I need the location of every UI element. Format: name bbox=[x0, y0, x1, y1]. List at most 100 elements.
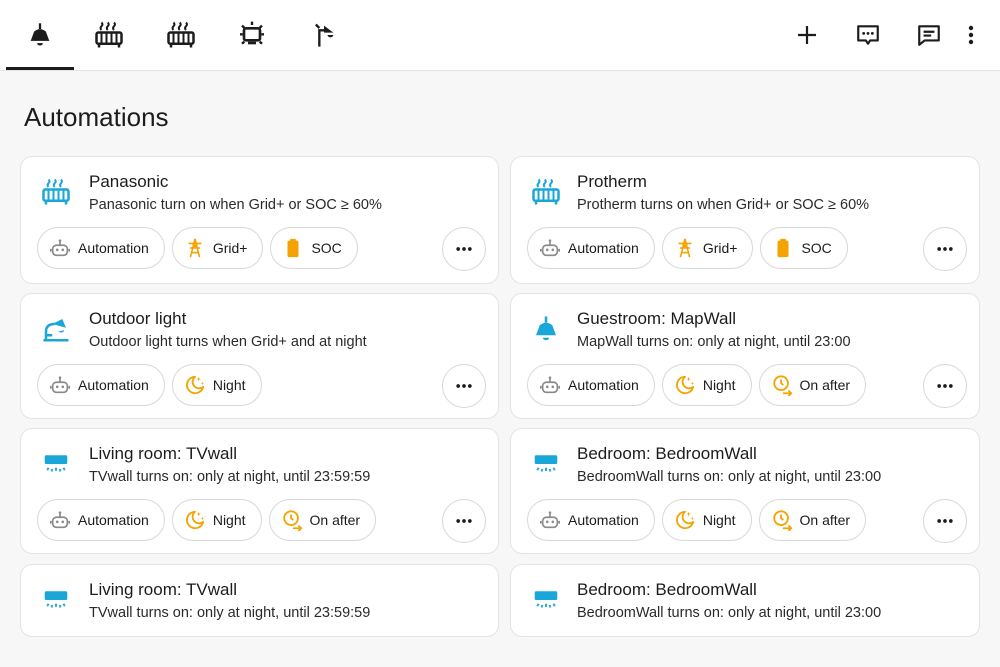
automation-chip[interactable]: Automation bbox=[527, 227, 655, 269]
card-subtitle: Protherm turns on when Grid+ or SOC ≥ 60… bbox=[577, 197, 870, 213]
tv-ambilight-icon bbox=[236, 19, 268, 51]
more-button[interactable] bbox=[442, 227, 486, 271]
add-icon bbox=[795, 23, 819, 47]
card-title: Panasonic bbox=[89, 172, 169, 191]
automation-chip[interactable]: Automation bbox=[37, 227, 165, 269]
moon-stars-icon bbox=[184, 509, 206, 531]
wall-light-icon bbox=[531, 449, 561, 479]
overflow-menu-button[interactable] bbox=[950, 14, 992, 56]
radiator-icon bbox=[41, 177, 71, 207]
automation-card-guestroom-mapwall[interactable]: Guestroom: MapWall MapWall turns on: onl… bbox=[510, 293, 980, 419]
assist-button[interactable] bbox=[847, 14, 889, 56]
automation-chip[interactable]: Automation bbox=[527, 499, 655, 541]
page-title: Automations bbox=[24, 102, 169, 132]
chat-dots-icon bbox=[855, 22, 881, 48]
tab-heating-2[interactable] bbox=[147, 0, 215, 70]
night-chip[interactable]: Night bbox=[661, 364, 752, 406]
more-button[interactable] bbox=[442, 364, 486, 408]
radiator-icon bbox=[531, 177, 561, 207]
robot-icon bbox=[539, 237, 561, 259]
card-title: Living room: TVwall bbox=[89, 580, 238, 599]
transmission-tower-icon bbox=[184, 237, 206, 259]
messages-button[interactable] bbox=[908, 14, 950, 56]
more-horizontal-icon bbox=[935, 376, 955, 396]
chip-label: Automation bbox=[568, 240, 639, 256]
automation-card-panasonic[interactable]: Panasonic Panasonic turn on when Grid+ o… bbox=[20, 156, 499, 284]
top-app-bar bbox=[0, 0, 1000, 71]
chip-label: Night bbox=[212, 377, 246, 393]
soc-chip[interactable]: SOC bbox=[270, 227, 358, 269]
chip-label: Automation bbox=[78, 240, 149, 256]
timer-icon bbox=[771, 374, 793, 396]
more-button[interactable] bbox=[923, 499, 967, 543]
card-title: Guestroom: MapWall bbox=[577, 309, 737, 328]
outdoor-lamp-icon bbox=[41, 314, 71, 344]
night-chip[interactable]: Night bbox=[171, 499, 262, 541]
message-icon bbox=[916, 22, 942, 48]
chip-label: On after bbox=[799, 512, 851, 528]
card-subtitle: Outdoor light turns when Grid+ and at ni… bbox=[89, 334, 367, 350]
wall-light-icon bbox=[41, 585, 71, 615]
more-vertical-icon bbox=[959, 23, 983, 47]
card-title: Bedroom: BedroomWall bbox=[577, 580, 757, 599]
robot-icon bbox=[539, 374, 561, 396]
chip-label: SOC bbox=[801, 240, 832, 256]
more-horizontal-icon bbox=[454, 511, 474, 531]
on-after-chip[interactable]: On after bbox=[758, 499, 867, 541]
more-button[interactable] bbox=[442, 499, 486, 543]
chip-label: Night bbox=[702, 512, 736, 528]
radiator-icon bbox=[166, 20, 196, 50]
moon-stars-icon bbox=[184, 374, 206, 396]
tab-tv-ambilight[interactable] bbox=[218, 0, 286, 70]
automation-chip[interactable]: Automation bbox=[37, 364, 165, 406]
card-subtitle: TVwall turns on: only at night, until 23… bbox=[89, 605, 371, 621]
automation-card-living-room-tvwall[interactable]: Living room: TVwall TVwall turns on: onl… bbox=[20, 428, 499, 554]
ceiling-lamp-icon bbox=[26, 21, 54, 49]
battery-icon bbox=[282, 237, 304, 259]
radiator-icon bbox=[94, 20, 124, 50]
night-chip[interactable]: Night bbox=[171, 364, 262, 406]
automation-card-living-room-tvwall-2[interactable]: Living room: TVwall TVwall turns on: onl… bbox=[20, 564, 499, 637]
moon-stars-icon bbox=[674, 374, 696, 396]
chip-label: Grid+ bbox=[212, 240, 248, 256]
chip-label: Automation bbox=[568, 377, 639, 393]
more-button[interactable] bbox=[923, 364, 967, 408]
automation-chip[interactable]: Automation bbox=[37, 499, 165, 541]
ceiling-lamp-icon bbox=[531, 314, 561, 344]
automation-card-bedroom-bedroomwall[interactable]: Bedroom: BedroomWall BedroomWall turns o… bbox=[510, 428, 980, 554]
automation-card-bedroom-bedroomwall-2[interactable]: Bedroom: BedroomWall BedroomWall turns o… bbox=[510, 564, 980, 637]
card-title: Living room: TVwall bbox=[89, 444, 238, 463]
robot-icon bbox=[49, 237, 71, 259]
on-after-chip[interactable]: On after bbox=[268, 499, 377, 541]
tab-wall-lamp[interactable] bbox=[290, 0, 358, 70]
night-chip[interactable]: Night bbox=[661, 499, 752, 541]
chip-label: SOC bbox=[311, 240, 342, 256]
wall-lamp-icon bbox=[310, 21, 338, 49]
more-button[interactable] bbox=[923, 227, 967, 271]
more-horizontal-icon bbox=[454, 376, 474, 396]
grid-chip[interactable]: Grid+ bbox=[661, 227, 754, 269]
automation-card-protherm[interactable]: Protherm Protherm turns on when Grid+ or… bbox=[510, 156, 980, 284]
automation-card-outdoor-light[interactable]: Outdoor light Outdoor light turns when G… bbox=[20, 293, 499, 419]
card-subtitle: BedroomWall turns on: only at night, unt… bbox=[577, 469, 882, 485]
soc-chip[interactable]: SOC bbox=[760, 227, 848, 269]
chip-label: Automation bbox=[78, 512, 149, 528]
timer-icon bbox=[281, 509, 303, 531]
tab-lights[interactable] bbox=[6, 0, 74, 70]
chip-label: Automation bbox=[568, 512, 639, 528]
chip-label: On after bbox=[799, 377, 851, 393]
more-horizontal-icon bbox=[454, 239, 474, 259]
tab-heating-1[interactable] bbox=[75, 0, 143, 70]
grid-chip[interactable]: Grid+ bbox=[171, 227, 264, 269]
chip-label: Grid+ bbox=[702, 240, 738, 256]
add-button[interactable] bbox=[786, 14, 828, 56]
chip-label: On after bbox=[309, 512, 361, 528]
automation-chip[interactable]: Automation bbox=[527, 364, 655, 406]
timer-icon bbox=[771, 509, 793, 531]
on-after-chip[interactable]: On after bbox=[758, 364, 867, 406]
card-title: Protherm bbox=[577, 172, 647, 191]
wall-light-icon bbox=[41, 449, 71, 479]
card-title: Bedroom: BedroomWall bbox=[577, 444, 757, 463]
more-horizontal-icon bbox=[935, 511, 955, 531]
card-subtitle: BedroomWall turns on: only at night, unt… bbox=[577, 605, 882, 621]
